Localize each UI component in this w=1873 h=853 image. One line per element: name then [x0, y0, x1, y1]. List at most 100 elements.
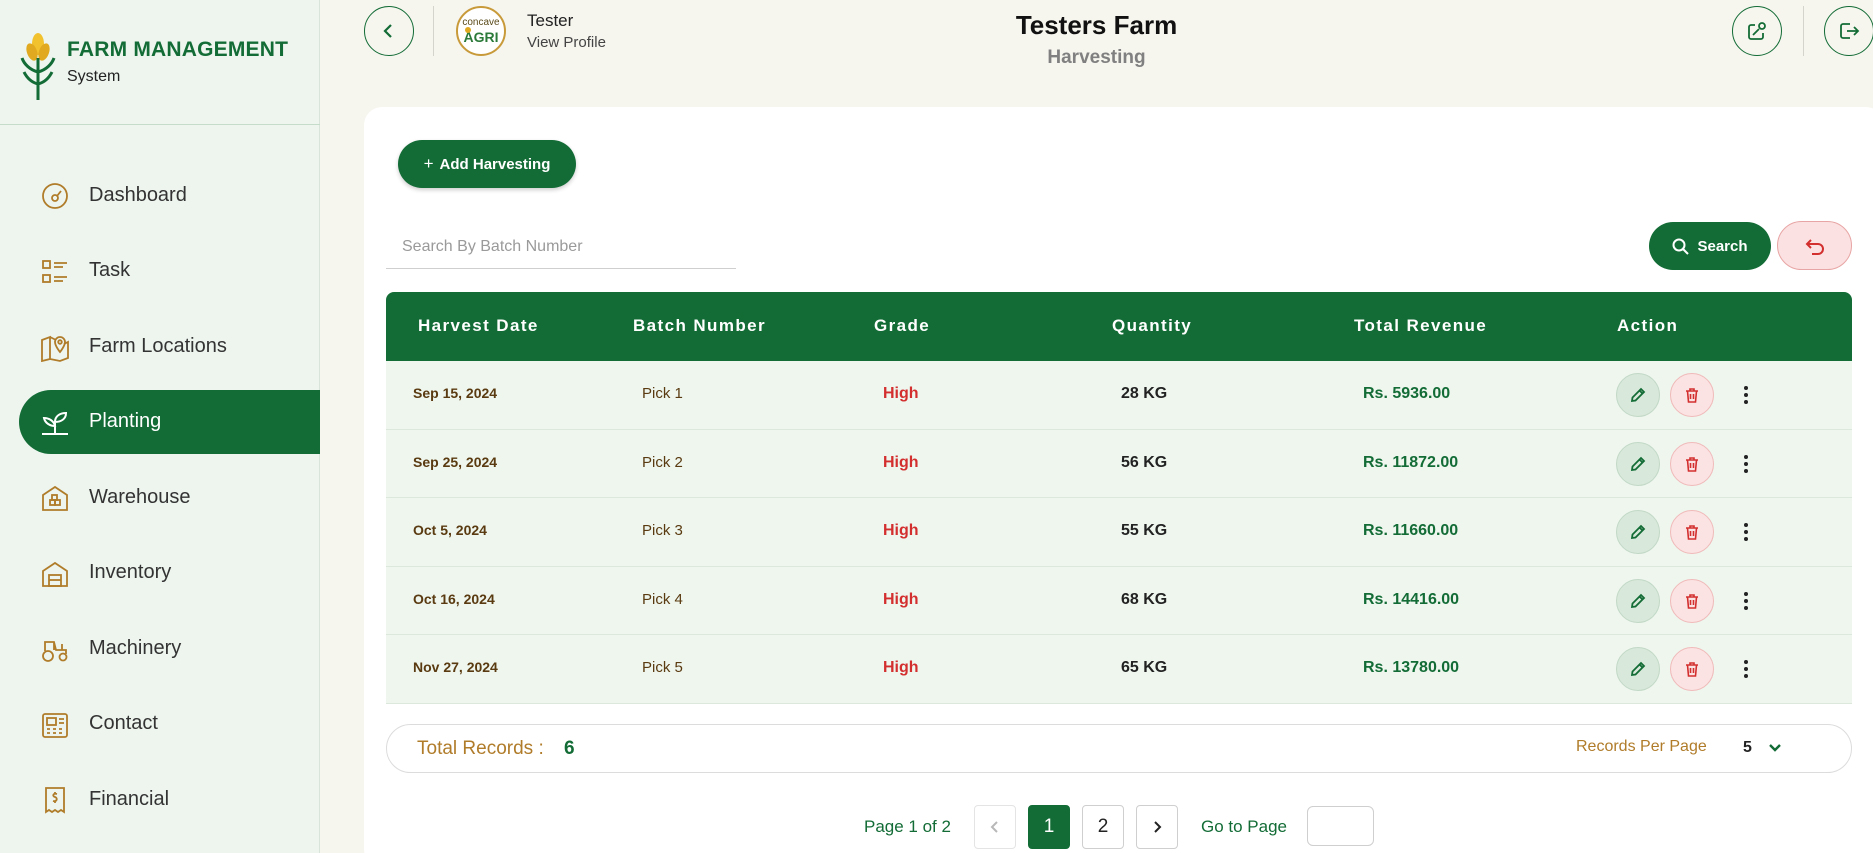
- sidebar-item-farm-locations[interactable]: Farm Locations: [19, 314, 320, 378]
- kebab-menu-icon: [1744, 454, 1748, 473]
- batch-number: Pick 1: [642, 385, 683, 402]
- column-header: Total Revenue: [1354, 316, 1488, 335]
- kebab-menu-icon: [1744, 523, 1748, 541]
- chevron-left-icon: [990, 821, 998, 833]
- edit-button[interactable]: [1616, 441, 1660, 486]
- brand: FARM MANAGEMENT System: [0, 0, 320, 125]
- delete-button[interactable]: [1670, 578, 1714, 623]
- delete-button[interactable]: [1670, 510, 1714, 554]
- sidebar-item-label: Farm Locations: [89, 334, 227, 357]
- sidebar-item-label: Inventory: [89, 561, 172, 583]
- brand-subtitle: System: [67, 68, 121, 85]
- harvest-date: Oct 16, 2024: [413, 590, 495, 607]
- records-per-page-value: 5: [1743, 739, 1752, 756]
- harvest-date: Sep 25, 2024: [413, 453, 498, 470]
- sidebar-item-machinery[interactable]: Machinery: [19, 616, 320, 680]
- prev-page-button[interactable]: [974, 805, 1016, 849]
- edit-button[interactable]: [1616, 373, 1660, 417]
- sidebar-item-label: Contact: [89, 712, 158, 734]
- total-revenue: Rs. 5936.00: [1363, 385, 1451, 402]
- plant-sprout-icon: [42, 411, 68, 435]
- edit-button[interactable]: [1616, 510, 1660, 554]
- quantity: 65 KG: [1121, 659, 1168, 676]
- harvest-date: Nov 27, 2024: [413, 659, 498, 675]
- grade: High: [883, 385, 919, 402]
- add-harvesting-label: Add Harvesting: [439, 155, 551, 173]
- delete-button[interactable]: [1670, 647, 1714, 691]
- wheat-logo-icon: [20, 33, 56, 100]
- plus-icon: +: [423, 154, 434, 173]
- chevron-right-icon: [1154, 821, 1162, 833]
- column-header: Quantity: [1112, 316, 1193, 335]
- go-to-page-input[interactable]: [1307, 806, 1374, 846]
- edit-button[interactable]: [1616, 647, 1660, 691]
- map-pin-icon: [41, 335, 69, 362]
- sidebar-item-financial[interactable]: Financial: [19, 767, 320, 831]
- more-options-button[interactable]: [1731, 379, 1761, 411]
- trash-icon: [1686, 525, 1698, 540]
- sidebar-item-label: Planting: [89, 410, 162, 432]
- records-bar: Total Records : 6 Records Per Page 5: [386, 724, 1852, 773]
- financial-receipt-icon: [45, 787, 65, 814]
- delete-button[interactable]: [1670, 441, 1714, 486]
- column-header: Grade: [874, 316, 931, 335]
- divider: [1803, 6, 1804, 56]
- table-row: Oct 5, 2024 Pick 3 High 55 KG Rs. 11660.…: [386, 498, 1852, 567]
- search-button[interactable]: Search: [1649, 222, 1771, 270]
- logout-button[interactable]: [1824, 6, 1873, 56]
- pencil-icon: [1630, 593, 1646, 608]
- undo-icon: [1805, 238, 1824, 255]
- tractor-icon: [42, 641, 68, 662]
- kebab-menu-icon: [1744, 591, 1748, 610]
- records-per-page-label: Records Per Page: [1576, 738, 1707, 755]
- grade: High: [883, 453, 919, 471]
- sidebar-item-contact[interactable]: Contact: [19, 692, 320, 756]
- reset-button[interactable]: [1777, 221, 1852, 270]
- inventory-icon: [42, 561, 68, 587]
- column-header: Batch Number: [633, 316, 766, 335]
- more-options-button[interactable]: [1731, 448, 1761, 480]
- sidebar-item-inventory[interactable]: Inventory: [19, 541, 320, 605]
- sidebar-item-label: Financial: [89, 787, 170, 810]
- sidebar-item-label: Dashboard: [89, 183, 187, 206]
- sidebar-nav: Dashboard Task Farm Locations Planting W…: [0, 163, 320, 843]
- chevron-down-icon: [1769, 744, 1781, 752]
- grade: High: [883, 659, 919, 676]
- more-options-button[interactable]: [1731, 516, 1761, 548]
- harvest-table: Harvest Date Batch Number Grade Quantity…: [386, 292, 1852, 704]
- total-records-value: 6: [564, 738, 575, 759]
- sidebar-item-task[interactable]: Task: [19, 239, 320, 303]
- sidebar: FARM MANAGEMENT System Dashboard Task Fa…: [0, 0, 320, 853]
- page-button-1[interactable]: 1: [1028, 805, 1070, 849]
- share-button[interactable]: [1732, 6, 1782, 56]
- page-button-2[interactable]: 2: [1082, 805, 1124, 849]
- page-indicator: Page 1 of 2: [864, 817, 951, 836]
- batch-number: Pick 2: [642, 453, 683, 471]
- harvest-date: Sep 15, 2024: [413, 385, 498, 401]
- sidebar-item-dashboard[interactable]: Dashboard: [19, 163, 320, 227]
- total-revenue: Rs. 11872.00: [1363, 453, 1459, 471]
- column-header: Action: [1617, 316, 1679, 335]
- trash-icon: [1686, 662, 1698, 677]
- records-per-page-select[interactable]: 5: [1737, 733, 1797, 763]
- sidebar-item-planting[interactable]: Planting: [19, 389, 320, 454]
- task-list-icon: [42, 259, 67, 283]
- search-input[interactable]: [386, 225, 736, 269]
- kebab-menu-icon: [1744, 386, 1748, 404]
- delete-button[interactable]: [1670, 373, 1714, 417]
- sidebar-item-warehouse[interactable]: Warehouse: [19, 465, 320, 529]
- sidebar-item-label: Warehouse: [89, 485, 191, 508]
- search-button-label: Search: [1697, 237, 1748, 255]
- harvest-date: Oct 5, 2024: [413, 522, 487, 538]
- total-revenue: Rs. 11660.00: [1363, 522, 1459, 539]
- section-title: Harvesting: [1047, 47, 1146, 68]
- edit-button[interactable]: [1616, 578, 1660, 623]
- go-to-page-label: Go to Page: [1201, 817, 1288, 836]
- table-row: Oct 16, 2024 Pick 4 High 68 KG Rs. 14416…: [386, 566, 1852, 635]
- farm-title: Testers Farm: [1015, 10, 1178, 40]
- batch-number: Pick 5: [642, 659, 683, 676]
- next-page-button[interactable]: [1136, 805, 1178, 849]
- add-harvesting-button[interactable]: + Add Harvesting: [398, 140, 576, 188]
- more-options-button[interactable]: [1731, 585, 1761, 617]
- more-options-button[interactable]: [1731, 653, 1761, 685]
